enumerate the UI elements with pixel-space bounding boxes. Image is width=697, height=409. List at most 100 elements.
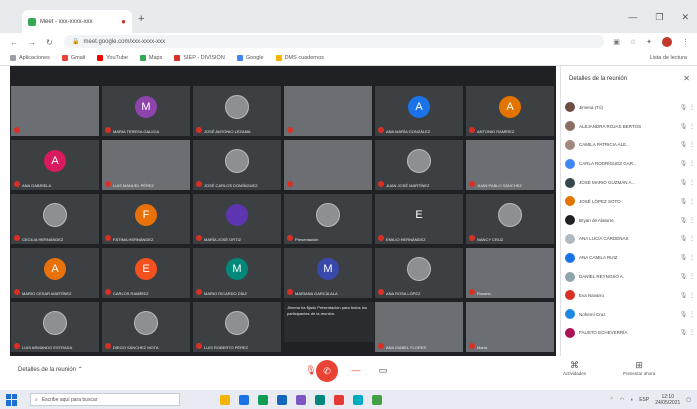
mic-off-icon[interactable]: 🎙 ⋮	[673, 104, 695, 111]
participant-tile[interactable]: M MARIA TERESA GALICIA	[102, 86, 190, 136]
minimize-icon[interactable]: —	[628, 12, 637, 23]
new-tab-button[interactable]: +	[138, 13, 144, 25]
list-item[interactable]: Eva Navarro 🎙 ⋮	[565, 286, 695, 305]
close-icon[interactable]: ✕	[683, 74, 690, 83]
chevron-up-icon[interactable]: ⌃	[610, 397, 614, 403]
participant-tile[interactable]: A ANA GABRIELA	[11, 140, 99, 190]
participant-tile[interactable]: MARÍA JOSÉ ORTIZ	[193, 194, 281, 244]
url-field[interactable]: 🔒 meet.google.com/xxx-xxxx-xxx	[64, 35, 604, 48]
bookmark-apps[interactable]: Aplicaciones	[10, 55, 50, 61]
camera-button[interactable]: ▭	[372, 359, 394, 381]
participant-tile[interactable]: LUIS ARMANDO ESTRADA	[11, 302, 99, 352]
present-button[interactable]: ⊞ Presentar ahora	[623, 360, 655, 376]
list-item[interactable]: ANA LUCÍA CÁRDENAS 🎙 ⋮	[565, 230, 695, 249]
participant-tile[interactable]: Rosario	[466, 248, 554, 298]
participant-tile[interactable]: LUIS MANUEL PÉREZ	[102, 140, 190, 190]
windows-start-icon[interactable]	[6, 393, 18, 406]
list-item[interactable]: Bryan de Alatorre 🎙 ⋮	[565, 211, 695, 230]
app-icon[interactable]	[315, 394, 325, 405]
list-item[interactable]: FAUSTO ECHEVERRÍA 🎙 ⋮	[565, 324, 695, 343]
back-icon[interactable]: ←	[10, 38, 18, 47]
extensions-icon[interactable]: ✦	[646, 38, 652, 46]
participant-tile[interactable]: Presentación	[284, 194, 372, 244]
list-item[interactable]: CARLA RODRÍGUEZ GAR… 🎙 ⋮	[565, 154, 695, 173]
list-item[interactable]: CAMILA PATRICIA ALE… 🎙 ⋮	[565, 136, 695, 155]
app-icon[interactable]	[239, 394, 249, 405]
mic-off-icon[interactable]: 🎙 ⋮	[673, 273, 695, 280]
tab-meet[interactable]: Meet - xxx-xxxx-xxx ●	[22, 10, 132, 33]
close-window-icon[interactable]: ✕	[681, 12, 689, 23]
bookmark-maps[interactable]: Maps	[139, 55, 162, 61]
menu-icon[interactable]: ⋮	[682, 38, 689, 46]
language-indicator[interactable]: ESP	[639, 397, 649, 403]
bookmark-dms[interactable]: DMS cuadernos	[275, 55, 324, 61]
clock[interactable]: 12:10 24/05/2021	[655, 394, 680, 406]
participant-tile[interactable]	[11, 86, 99, 136]
participant-tile[interactable]: F FÁTIMA HERNÁNDEZ	[102, 194, 190, 244]
participant-tile[interactable]: E EMILIO HERNÁNDEZ	[375, 194, 463, 244]
list-item[interactable]: JOSÉ LÓPEZ SOTO 🎙 ⋮	[565, 192, 695, 211]
meeting-details-button[interactable]: Detalles de la reunión ⌃	[18, 366, 83, 373]
participant-tile[interactable]: JOSÉ ANTONIO LEZAMA	[193, 86, 281, 136]
participant-tile[interactable]: A ANTONIO RAMÍREZ	[466, 86, 554, 136]
wifi-icon[interactable]: ◠	[620, 397, 624, 403]
participant-tile[interactable]: LUIS ROBERTO PÉREZ	[193, 302, 281, 352]
participant-tile[interactable]: ANA ROSA LÓPEZ	[375, 248, 463, 298]
participant-tile[interactable]: JUAN PABLO SÁNCHEZ	[466, 140, 554, 190]
participant-tile[interactable]: A ANA MARÍA GONZÁLEZ	[375, 86, 463, 136]
participant-tile[interactable]: NANCY CRUZ	[466, 194, 554, 244]
reload-icon[interactable]: ↻	[46, 38, 53, 47]
list-item[interactable]: Nohemí Cruz 🎙 ⋮	[565, 305, 695, 324]
activities-button[interactable]: ⌘ Actividades	[563, 360, 586, 376]
bookmark-youtube[interactable]: YouTube	[97, 55, 128, 61]
app-icon[interactable]	[353, 394, 363, 405]
avatar[interactable]	[662, 37, 672, 47]
camera-icon[interactable]: ▣	[613, 38, 620, 46]
mic-off-icon[interactable]: 🎙 ⋮	[673, 329, 695, 336]
app-icon[interactable]	[258, 394, 268, 405]
participant-tile[interactable]	[284, 140, 372, 190]
mic-off-icon[interactable]: 🎙 ⋮	[673, 198, 695, 205]
participant-tile[interactable]: JOSÉ CARLOS DOMÍNGUEZ	[193, 140, 281, 190]
participant-tile[interactable]: A MARIO CESAR MARTÍNEZ	[11, 248, 99, 298]
taskbar-search[interactable]: ⌕ Escribe aquí para buscar	[30, 393, 180, 406]
participant-tile[interactable]: María	[466, 302, 554, 352]
participant-tile[interactable]: CECILIA HERNÁNDEZ	[11, 194, 99, 244]
participant-tile[interactable]: DIEGO SÁNCHEZ MOTA	[102, 302, 190, 352]
app-icon[interactable]	[334, 394, 344, 405]
participant-tile[interactable]: M MARIANA GARCÍA ALA	[284, 248, 372, 298]
list-item[interactable]: Jimena (Tú) 🎙 ⋮	[565, 98, 695, 117]
app-icon[interactable]	[277, 394, 287, 405]
end-call-button[interactable]: ✆	[316, 360, 338, 382]
app-icon[interactable]	[296, 394, 306, 405]
maximize-icon[interactable]: ❐	[655, 12, 663, 23]
app-icon[interactable]	[372, 394, 382, 405]
app-icon[interactable]	[220, 394, 230, 405]
mic-off-icon[interactable]: 🎙 ⋮	[673, 179, 695, 186]
notifications-icon[interactable]: ▢	[686, 397, 691, 403]
bookmark-google[interactable]: Google	[236, 55, 264, 61]
mic-off-icon[interactable]: 🎙 ⋮	[673, 235, 695, 242]
mic-off-icon[interactable]: 🎙 ⋮	[673, 311, 695, 318]
close-icon[interactable]: ●	[121, 17, 126, 26]
bookmark-siep[interactable]: SIEP · DIVISIÓN	[174, 55, 225, 61]
participant-tile[interactable]: E CARLOS RAMÍREZ	[102, 248, 190, 298]
participant-tile[interactable]: ANA ISABEL FLORES	[375, 302, 463, 352]
mic-off-icon[interactable]: 🎙 ⋮	[673, 123, 695, 130]
list-item[interactable]: ANA CAMILA RUIZ 🎙 ⋮	[565, 248, 695, 267]
list-item[interactable]: JOSÉ MARIO GUZMÁN A… 🎙 ⋮	[565, 173, 695, 192]
participant-tile[interactable]	[284, 86, 372, 136]
mic-off-icon[interactable]: 🎙 ⋮	[673, 217, 695, 224]
forward-icon[interactable]: →	[28, 38, 36, 47]
reading-list[interactable]: Lista de lectura	[650, 55, 687, 61]
mic-off-icon[interactable]: 🎙 ⋮	[673, 160, 695, 167]
participant-tile[interactable]: M MARIO RICARDO DÍAZ	[193, 248, 281, 298]
mic-off-icon[interactable]: 🎙 ⋮	[673, 141, 695, 148]
mic-off-icon[interactable]: 🎙 ⋮	[673, 254, 695, 261]
list-item[interactable]: DANIEL REYNOSO A. 🎙 ⋮	[565, 267, 695, 286]
bookmark-gmail[interactable]: Gmail	[61, 55, 85, 61]
list-item[interactable]: ALEJANDRA ROJAS BERTOS 🎙 ⋮	[565, 117, 695, 136]
star-icon[interactable]: ☆	[630, 38, 636, 46]
participant-tile[interactable]: JUAN JOSÉ MARTÍNEZ	[375, 140, 463, 190]
volume-icon[interactable]: ◖	[630, 397, 633, 403]
